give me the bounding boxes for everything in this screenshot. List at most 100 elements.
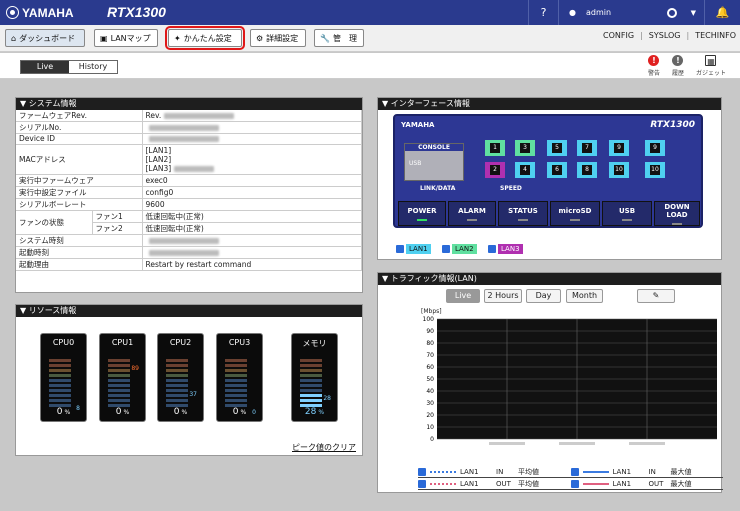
tab-lanmap-label: LANマップ (110, 33, 151, 43)
traffic-panel: ▼ トラフィック情報(LAN) Live 2 Hours Day Month ✎ [M… (377, 272, 723, 493)
tab-lanmap[interactable]: ▣ LANマップ (94, 29, 158, 47)
system-info-value (142, 121, 362, 134)
system-info-row: システム時刻 (16, 234, 362, 247)
tab-detail[interactable]: ⚙ 詳細設定 (250, 29, 306, 47)
speed-label: SPEED (500, 185, 522, 192)
lan-port[interactable]: 6 (547, 162, 567, 178)
meter-bar (166, 389, 188, 392)
lan-port[interactable]: 9 (609, 140, 629, 156)
lan-port[interactable]: 7 (577, 140, 597, 156)
gadget-indicator[interactable]: ▦ ガジェット (696, 55, 726, 77)
router-brand: YAMAHA (401, 121, 435, 129)
bell-icon[interactable]: 🔔 (704, 0, 740, 25)
chart-y-tick: 40 (426, 388, 434, 395)
range-button[interactable]: 2 Hours (484, 289, 522, 303)
lan-port[interactable]: 8 (577, 162, 597, 178)
section-label: ALARM (458, 207, 486, 215)
meter-percent-unit: % (181, 409, 188, 416)
meter-percent-value: 0 (173, 407, 180, 417)
help-button[interactable]: ? (528, 0, 558, 25)
lan-port[interactable]: 9 (645, 140, 665, 156)
interface-header[interactable]: ▼ インターフェース情報 (378, 98, 721, 110)
history-button[interactable]: History (69, 61, 117, 73)
lan-port[interactable]: 2 (485, 162, 505, 178)
lan-port[interactable]: 10 (645, 162, 665, 178)
checkbox-checked-icon (488, 245, 496, 253)
tab-manage[interactable]: 🔧 管 理 (314, 29, 364, 47)
history-indicator[interactable]: ! 履歴 (672, 55, 684, 77)
system-info-value-text: Rev. (145, 111, 162, 120)
resource-panel: ▼ リソース情報 CPU0 8 0% CPU1 89 0% CPU2 37 0% CPU3 0 0% メ… (15, 304, 363, 456)
chart-y-tick: 80 (426, 340, 434, 347)
lan-checkbox[interactable]: LAN2 (442, 244, 477, 254)
meter-bar (108, 369, 130, 372)
top-bar: YAMAHA RTX1300 ? ● admin ▼ 🔔 (0, 0, 740, 25)
alert-indicator[interactable]: ! 警告 (648, 55, 660, 77)
edit-pencil-icon[interactable]: ✎ (637, 289, 675, 303)
techinfo-link[interactable]: TECHINFO (695, 31, 736, 40)
redacted-value (148, 249, 219, 256)
legend-row: LAN1 OUT 平均値 LAN1 OUT 最大値 (418, 478, 723, 490)
router-model: RTX1300 (650, 120, 695, 130)
legend-line (582, 470, 609, 473)
user-menu[interactable]: ● admin ▼ (558, 0, 704, 25)
lan-port[interactable]: 4 (515, 162, 535, 178)
system-info-row: 起動理由 Restart by restart command (16, 258, 362, 271)
range-button[interactable]: Month (566, 289, 603, 303)
lan-port-number: 10 (614, 165, 624, 175)
legend-item[interactable]: LAN1 OUT 最大値 (570, 479, 724, 489)
lan-port[interactable]: 1 (485, 140, 505, 156)
meter-peak: 37 (189, 390, 197, 398)
tab-dashboard[interactable]: ⌂ ダッシュボード (5, 29, 85, 47)
meter-bars (300, 359, 322, 409)
system-info-row: 実行中設定ファイル config0 (16, 186, 362, 199)
resource-header[interactable]: ▼ リソース情報 (16, 305, 362, 317)
system-info-label: 起動理由 (16, 258, 143, 271)
legend-item[interactable]: LAN1 IN 平均値 (418, 467, 571, 477)
lan-checkbox[interactable]: LAN3 (488, 244, 523, 254)
meter-bar (108, 384, 130, 387)
resource-meter: CPU1 89 0% (99, 333, 146, 422)
meter-bar (108, 359, 130, 362)
lan-port[interactable]: 10 (609, 162, 629, 178)
console-port: CONSOLE USB (404, 143, 464, 181)
live-button[interactable]: Live (21, 61, 69, 73)
system-info-value: [LAN1] [LAN2] [LAN3] (142, 144, 362, 175)
meter-percent-unit: % (64, 409, 71, 416)
system-info-table: ファームウェアRev. Rev. シリアルNo. Device ID MACアドレス [L… (16, 110, 362, 271)
system-info-value-text: Restart by restart command (145, 259, 252, 269)
system-info-value-text: config0 (145, 187, 174, 197)
resource-meter: CPU2 37 0% (157, 333, 204, 422)
system-info-title: システム情報 (28, 99, 77, 108)
system-info-header[interactable]: ▼ システム情報 (16, 98, 362, 110)
meter-bar (108, 389, 130, 392)
legend-text: IN (496, 467, 504, 476)
meter-bar (225, 394, 247, 397)
lan-port[interactable]: 5 (547, 140, 567, 156)
lan-checkbox[interactable]: LAN1 (396, 244, 431, 254)
syslog-link[interactable]: SYSLOG (649, 31, 681, 40)
system-info-label: 実行中ファームウェア (16, 174, 143, 187)
meter-bar (166, 364, 188, 367)
interface-panel: ▼ インターフェース情報 YAMAHA RTX1300 CONSOLE USB … (377, 97, 722, 260)
legend-item[interactable]: LAN1 IN 最大値 (570, 467, 724, 477)
meter-bar (108, 399, 130, 402)
meter-bar (49, 384, 71, 387)
legend-text: LAN1 (460, 467, 479, 476)
config-link[interactable]: CONFIG (603, 31, 634, 40)
system-info-row: 実行中ファームウェア exec0 (16, 174, 362, 187)
clear-peak-link[interactable]: ピーク値のクリア (292, 442, 356, 453)
system-info-label: システム時刻 (16, 234, 143, 247)
lan-port-number: 7 (582, 143, 592, 153)
traffic-header[interactable]: ▼ トラフィック情報(LAN) (378, 273, 721, 285)
system-info-value: 9600 (142, 198, 362, 211)
legend-item[interactable]: LAN1 OUT 平均値 (418, 479, 571, 489)
chart-legend: LAN1 IN 平均値 LAN1 IN 最大値 LAN1 OUT 平均値 LAN1 OUT 最大値 (418, 466, 723, 490)
lan-port[interactable]: 3 (515, 140, 535, 156)
meter-percent: 0% (158, 407, 203, 417)
resource-title: リソース情報 (28, 306, 77, 315)
range-button[interactable]: Day (526, 289, 561, 303)
meter-bars (225, 359, 247, 409)
tab-easy-setup[interactable]: ✦ かんたん設定 (165, 26, 245, 50)
range-button[interactable]: Live (446, 289, 480, 303)
